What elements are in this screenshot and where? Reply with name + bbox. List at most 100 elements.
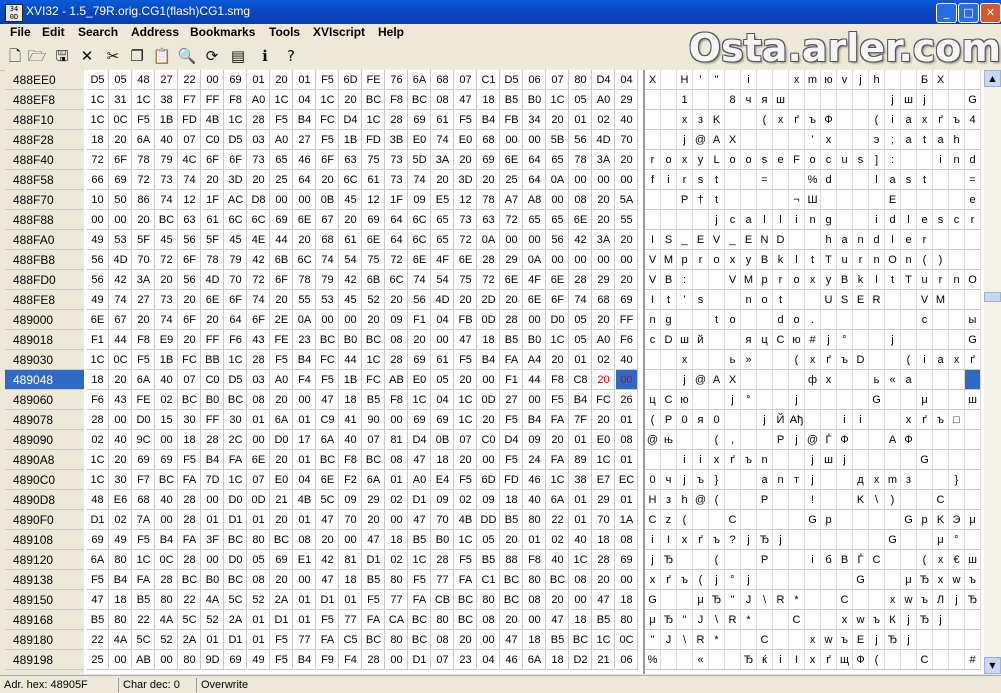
text-char-cell[interactable]: w (949, 570, 965, 590)
hex-byte-cell[interactable]: D0 (133, 410, 155, 430)
hex-byte-cell[interactable]: 6C (386, 270, 408, 290)
hex-byte-cell[interactable]: 67 (110, 310, 132, 330)
text-char-cell[interactable]: p (757, 270, 773, 290)
text-char-cell[interactable]: С (773, 330, 789, 350)
hex-byte-cell[interactable]: F1 (409, 310, 431, 330)
text-char-cell[interactable] (869, 90, 885, 110)
text-char-cell[interactable]: щ (837, 650, 853, 670)
hex-byte-cell[interactable]: FA (225, 450, 247, 470)
hex-byte-cell[interactable]: 65 (271, 150, 293, 170)
text-char-cell[interactable]: ° (949, 530, 965, 550)
text-char-cell[interactable]: w (901, 590, 917, 610)
hex-byte-cell[interactable]: 2A (271, 590, 293, 610)
text-char-cell[interactable]: я (693, 410, 709, 430)
text-char-cell[interactable] (789, 130, 805, 150)
text-char-cell[interactable]: ' (805, 130, 821, 150)
hex-byte-cell[interactable]: F4 (340, 650, 362, 670)
text-char-cell[interactable] (725, 110, 741, 130)
text-char-cell[interactable] (773, 190, 789, 210)
hex-byte-cell[interactable]: 21 (271, 490, 293, 510)
text-char-cell[interactable] (869, 190, 885, 210)
hex-byte-cell[interactable]: 69 (478, 150, 500, 170)
hex-byte-cell[interactable]: D0 (271, 430, 293, 450)
hex-byte-cell[interactable]: 00 (87, 210, 109, 230)
hex-byte-cell[interactable]: 80 (110, 550, 132, 570)
hex-byte-cell[interactable]: 00 (294, 390, 316, 410)
text-char-cell[interactable]: I (645, 290, 661, 310)
text-char-cell[interactable]: □ (949, 410, 965, 430)
script-icon[interactable]: ℹ (254, 45, 276, 67)
text-char-cell[interactable] (901, 550, 917, 570)
text-char-cell[interactable]: e (901, 230, 917, 250)
hex-byte-cell[interactable]: 69 (156, 450, 178, 470)
text-char-cell[interactable]: j (789, 390, 805, 410)
text-char-cell[interactable]: ґ (789, 110, 805, 130)
hex-byte-cell[interactable]: 18 (501, 490, 523, 510)
hex-byte-cell[interactable]: 04 (478, 650, 500, 670)
text-char-cell[interactable]: х (869, 470, 885, 490)
text-char-cell[interactable]: c (949, 210, 965, 230)
hex-byte-cell[interactable]: B5 (133, 590, 155, 610)
hex-byte-cell[interactable]: 6F (110, 150, 132, 170)
hex-byte-cell[interactable]: 4C (179, 150, 201, 170)
hex-byte-cell[interactable]: 3A (432, 150, 454, 170)
hex-byte-cell[interactable]: 08 (432, 630, 454, 650)
text-char-cell[interactable]: x (645, 570, 661, 590)
text-char-cell[interactable] (645, 370, 661, 390)
text-char-cell[interactable]: i (869, 210, 885, 230)
hex-byte-cell[interactable]: F5 (547, 390, 569, 410)
text-char-cell[interactable]: й (693, 330, 709, 350)
text-char-cell[interactable] (933, 170, 949, 190)
text-char-cell[interactable] (901, 190, 917, 210)
text-char-cell[interactable] (965, 610, 981, 630)
hex-byte-cell[interactable]: 47 (593, 590, 615, 610)
hex-byte-cell[interactable]: 0B (317, 190, 339, 210)
text-char-cell[interactable]: С (933, 490, 949, 510)
hex-byte-cell[interactable]: 1B (340, 370, 362, 390)
text-char-cell[interactable] (933, 470, 949, 490)
text-char-cell[interactable]: T (901, 270, 917, 290)
text-char-cell[interactable]: x (677, 110, 693, 130)
hex-byte-cell[interactable]: 18 (87, 370, 109, 390)
hex-byte-cell[interactable]: 01 (248, 610, 270, 630)
hex-byte-cell[interactable]: 20 (271, 450, 293, 470)
hex-byte-cell[interactable]: 18 (87, 130, 109, 150)
text-char-cell[interactable]: % (645, 650, 661, 670)
hex-byte-cell[interactable]: 44 (524, 370, 546, 390)
hex-byte-cell[interactable]: 20 (110, 130, 132, 150)
text-char-cell[interactable]: r (965, 210, 981, 230)
text-char-cell[interactable]: ш (677, 330, 693, 350)
text-char-cell[interactable]: ъ (741, 450, 757, 470)
hex-byte-cell[interactable]: F5 (363, 590, 385, 610)
hex-byte-cell[interactable]: 18 (340, 390, 362, 410)
hex-byte-cell[interactable]: 18 (478, 90, 500, 110)
hex-byte-cell[interactable]: D5 (225, 130, 247, 150)
hex-byte-cell[interactable]: F1 (87, 330, 109, 350)
hex-byte-cell[interactable]: 20 (455, 290, 477, 310)
hex-byte-cell[interactable]: 1C (593, 630, 615, 650)
text-char-cell[interactable] (789, 290, 805, 310)
text-char-cell[interactable]: я (757, 90, 773, 110)
hex-byte-cell[interactable]: 00 (340, 530, 362, 550)
hex-byte-cell[interactable]: FA (409, 590, 431, 610)
text-char-cell[interactable] (853, 390, 869, 410)
hex-byte-cell[interactable]: 77 (340, 610, 362, 630)
text-char-cell[interactable] (821, 590, 837, 610)
text-char-cell[interactable] (805, 90, 821, 110)
text-char-cell[interactable]: t (885, 270, 901, 290)
text-char-cell[interactable] (885, 310, 901, 330)
text-char-cell[interactable] (789, 170, 805, 190)
text-char-cell[interactable]: x (805, 350, 821, 370)
text-char-cell[interactable] (757, 310, 773, 330)
hex-byte-cell[interactable]: 15 (156, 410, 178, 430)
hex-byte-cell[interactable]: 61 (340, 230, 362, 250)
text-char-cell[interactable] (885, 550, 901, 570)
hex-byte-cell[interactable]: FF (202, 410, 224, 430)
hex-byte-cell[interactable]: 20 (547, 590, 569, 610)
hex-byte-cell[interactable]: 05 (570, 90, 592, 110)
hex-byte-cell[interactable]: 6A (271, 410, 293, 430)
text-char-cell[interactable] (885, 510, 901, 530)
text-char-cell[interactable]: Э (949, 510, 965, 530)
text-char-cell[interactable]: l (773, 210, 789, 230)
hex-byte-cell[interactable]: 07 (432, 650, 454, 670)
